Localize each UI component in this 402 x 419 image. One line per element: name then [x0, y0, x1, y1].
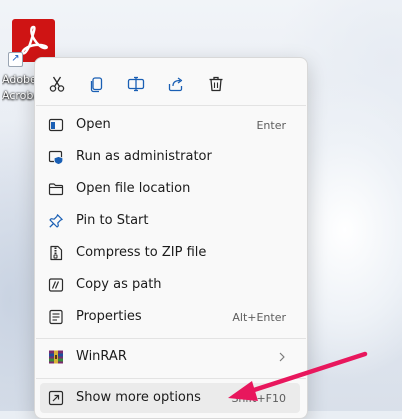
menu-item-label: Open file location: [76, 181, 191, 196]
menu-item-label: Copy as path: [76, 277, 162, 292]
context-menu-quick-actions: [35, 66, 307, 98]
more-options-icon: [48, 390, 64, 406]
open-icon: [48, 117, 64, 133]
rename-icon: [127, 76, 145, 92]
menu-item-label: Run as administrator: [76, 149, 212, 164]
winrar-icon: [48, 349, 64, 365]
cut-icon: [49, 76, 65, 92]
menu-item-open[interactable]: Open Enter: [40, 110, 300, 140]
menu-item-compress-to-zip[interactable]: Compress to ZIP file: [40, 238, 300, 268]
delete-button[interactable]: [202, 70, 230, 98]
share-button[interactable]: [162, 70, 190, 98]
share-icon: [168, 77, 183, 92]
shortcut-arrow-icon: ↗: [8, 52, 23, 67]
pin-icon: [48, 213, 64, 229]
menu-item-label: Show more options: [76, 390, 201, 405]
zip-icon: [48, 245, 64, 261]
menu-divider: [36, 378, 306, 379]
shield-icon: [48, 149, 64, 165]
properties-icon: [48, 309, 64, 325]
chevron-right-icon: [279, 352, 285, 362]
rename-button[interactable]: [122, 70, 150, 98]
folder-icon: [48, 181, 64, 197]
menu-divider: [36, 338, 306, 339]
menu-item-pin-to-start[interactable]: Pin to Start: [40, 206, 300, 236]
cut-button[interactable]: [43, 70, 71, 98]
menu-item-open-file-location[interactable]: Open file location: [40, 174, 300, 204]
copy-path-icon: [48, 277, 64, 293]
menu-item-copy-as-path[interactable]: Copy as path: [40, 270, 300, 300]
delete-icon: [209, 76, 223, 92]
menu-item-show-more-options[interactable]: Show more options Shift+F10: [40, 383, 300, 413]
menu-item-shortcut: Enter: [256, 119, 286, 132]
menu-item-label: Properties: [76, 309, 142, 324]
menu-item-label: Compress to ZIP file: [76, 245, 207, 260]
menu-item-label: WinRAR: [76, 349, 127, 364]
context-menu: Open Enter Run as administrator Open fil…: [34, 57, 308, 419]
menu-item-winrar[interactable]: WinRAR: [40, 342, 300, 372]
menu-item-shortcut: Alt+Enter: [232, 311, 286, 324]
copy-icon: [90, 77, 103, 93]
copy-button[interactable]: [83, 70, 111, 98]
menu-item-label: Pin to Start: [76, 213, 149, 228]
menu-item-run-as-administrator[interactable]: Run as administrator: [40, 142, 300, 172]
menu-item-label: Open: [76, 117, 111, 132]
menu-item-shortcut: Shift+F10: [231, 392, 286, 405]
menu-divider: [36, 105, 306, 106]
menu-item-properties[interactable]: Properties Alt+Enter: [40, 302, 300, 332]
